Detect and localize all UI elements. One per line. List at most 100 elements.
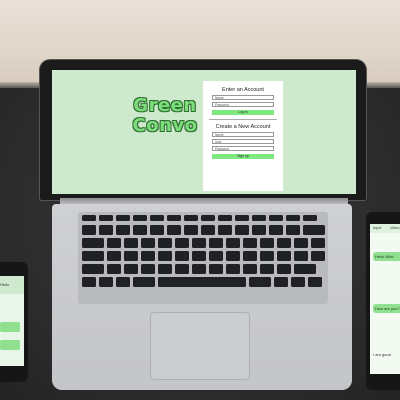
key[interactable]: [167, 215, 181, 221]
top-letter-row: [82, 238, 325, 248]
key[interactable]: [303, 225, 325, 235]
key[interactable]: [209, 251, 223, 261]
key[interactable]: [201, 215, 215, 221]
key[interactable]: [158, 251, 172, 261]
bottom-letter-row: [82, 264, 316, 274]
login-password-field[interactable]: Password: [212, 102, 274, 107]
key[interactable]: [226, 238, 240, 248]
signup-password-field[interactable]: Password: [212, 145, 274, 151]
key[interactable]: [82, 215, 96, 221]
key[interactable]: [99, 225, 113, 235]
key[interactable]: [124, 251, 138, 261]
key[interactable]: [294, 264, 316, 274]
key[interactable]: [201, 225, 215, 235]
key[interactable]: [243, 251, 257, 261]
key[interactable]: [167, 225, 181, 235]
message-bubble: Hello Mila!: [373, 252, 400, 261]
key[interactable]: [269, 225, 283, 235]
key[interactable]: [243, 264, 257, 274]
key[interactable]: [116, 225, 130, 235]
key[interactable]: [235, 225, 249, 235]
key[interactable]: [150, 215, 164, 221]
key[interactable]: [107, 238, 121, 248]
key[interactable]: [274, 277, 288, 287]
key[interactable]: [133, 277, 155, 287]
key[interactable]: [175, 264, 189, 274]
key[interactable]: [141, 238, 155, 248]
key[interactable]: [269, 215, 283, 221]
key[interactable]: [252, 225, 266, 235]
key[interactable]: [82, 264, 104, 274]
key[interactable]: [303, 215, 317, 221]
key[interactable]: [175, 251, 189, 261]
tab-video[interactable]: Video: [387, 224, 400, 233]
key[interactable]: [294, 238, 308, 248]
key[interactable]: [286, 215, 300, 221]
key[interactable]: [249, 277, 271, 287]
key[interactable]: [184, 215, 198, 221]
key[interactable]: [252, 215, 266, 221]
login-name-field[interactable]: Name: [212, 95, 274, 100]
key[interactable]: [218, 225, 232, 235]
key[interactable]: [175, 238, 189, 248]
signup-button[interactable]: Sign up: [212, 153, 274, 159]
key[interactable]: [311, 238, 325, 248]
message-text: I am good: [373, 352, 391, 357]
left-phone-text: Hello: [0, 282, 10, 287]
key[interactable]: [184, 225, 198, 235]
key[interactable]: [260, 238, 274, 248]
right-phone-tabs: Input Video: [370, 224, 400, 233]
key[interactable]: [82, 277, 96, 287]
key[interactable]: [192, 238, 206, 248]
key[interactable]: [308, 277, 322, 287]
signup-name-field[interactable]: Name: [212, 131, 274, 137]
key[interactable]: [141, 264, 155, 274]
key[interactable]: [226, 264, 240, 274]
key[interactable]: [116, 215, 130, 221]
login-button[interactable]: Log in: [212, 110, 274, 115]
key[interactable]: [286, 225, 300, 235]
tab-input[interactable]: Input: [370, 224, 387, 233]
key[interactable]: [209, 264, 223, 274]
key[interactable]: [209, 238, 223, 248]
key[interactable]: [291, 277, 305, 287]
key[interactable]: [150, 225, 164, 235]
key[interactable]: [192, 251, 206, 261]
modifier-row: [82, 277, 322, 287]
key[interactable]: [82, 238, 104, 248]
key[interactable]: [82, 225, 96, 235]
key[interactable]: [235, 215, 249, 221]
key[interactable]: [243, 238, 257, 248]
signup-user-field[interactable]: User: [212, 138, 274, 144]
key[interactable]: [133, 225, 147, 235]
key[interactable]: [82, 251, 104, 261]
key[interactable]: [226, 251, 240, 261]
key[interactable]: [277, 238, 291, 248]
login-title: Enter an Account: [222, 87, 264, 93]
key[interactable]: [277, 264, 291, 274]
key[interactable]: [124, 264, 138, 274]
key[interactable]: [124, 238, 138, 248]
trackpad[interactable]: [150, 312, 250, 380]
key[interactable]: [311, 251, 325, 261]
key[interactable]: [294, 251, 308, 261]
left-phone-message: [0, 322, 20, 332]
key[interactable]: [260, 264, 274, 274]
function-row: [82, 215, 317, 225]
key[interactable]: [218, 215, 232, 221]
key[interactable]: [277, 251, 291, 261]
home-row: [82, 251, 325, 261]
space-key[interactable]: [158, 277, 246, 287]
form-divider: [209, 119, 277, 120]
key[interactable]: [99, 215, 113, 221]
key[interactable]: [116, 277, 130, 287]
key[interactable]: [133, 215, 147, 221]
key[interactable]: [107, 264, 121, 274]
key[interactable]: [192, 264, 206, 274]
key[interactable]: [141, 251, 155, 261]
key[interactable]: [158, 264, 172, 274]
key[interactable]: [99, 277, 113, 287]
key[interactable]: [158, 238, 172, 248]
key[interactable]: [260, 251, 274, 261]
key[interactable]: [107, 251, 121, 261]
